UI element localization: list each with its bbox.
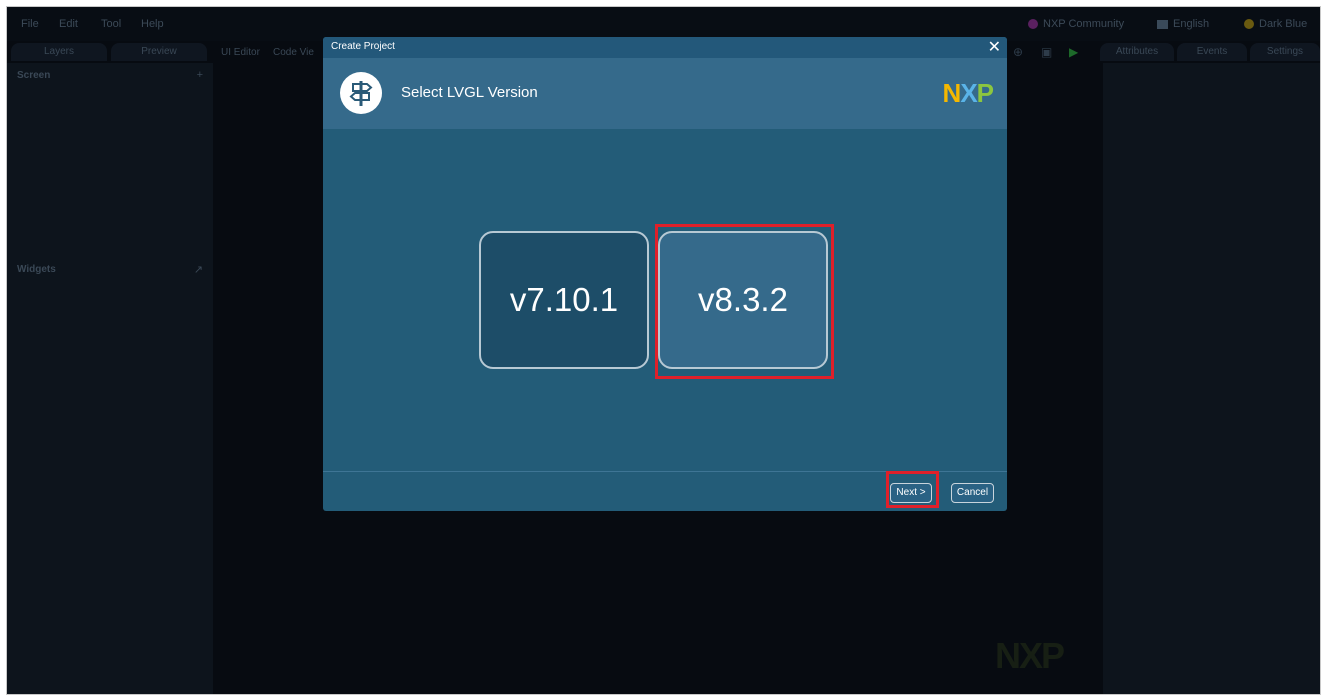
tab-settings[interactable]: Settings [1250,43,1320,61]
language-label: English [1173,18,1210,30]
cancel-button[interactable]: Cancel [951,483,994,503]
flag-icon [1157,19,1168,29]
signpost-icon [340,72,382,114]
play-icon[interactable]: ▶ [1069,45,1078,59]
create-project-dialog: Create Project ✕ Select LVGL Version NXP… [323,37,1007,511]
screen-section-label: Screen [17,70,51,81]
right-panel [1103,63,1320,694]
menu-bar: File Edit Tool Help NXP Community Englis… [7,7,1320,41]
theme-label: Dark Blue [1259,18,1308,30]
community-icon [1028,19,1038,29]
dialog-header: Select LVGL Version NXP [323,58,1007,129]
tab-events[interactable]: Events [1177,43,1247,61]
widgets-section-label: Widgets [17,264,56,275]
tab-attributes[interactable]: Attributes [1100,43,1174,61]
version-option-v7[interactable]: v7.10.1 [479,231,649,369]
footer-divider [323,471,1007,472]
nxp-logo: NXP [942,78,994,108]
theme-selector[interactable]: Dark Blue [1244,18,1307,30]
version-option-v8[interactable]: v8.3.2 [658,231,828,369]
menu-help[interactable]: Help [141,18,164,30]
palette-icon [1244,19,1254,29]
dialog-title: Create Project [331,41,395,52]
zoom-icon[interactable]: ⊕ [1013,45,1023,59]
community-label: NXP Community [1043,18,1125,30]
tab-layers[interactable]: Layers [11,43,107,61]
menu-edit[interactable]: Edit [59,18,78,30]
header-title: Select LVGL Version [401,84,538,101]
close-icon[interactable]: ✕ [988,37,1001,58]
tab-code-viewer[interactable]: Code Vie [273,47,314,58]
external-link-icon[interactable]: ↗ [194,263,203,276]
watermark-logo: NXP [995,635,1065,676]
language-selector[interactable]: English [1157,18,1209,30]
save-icon[interactable]: ▣ [1041,45,1052,59]
menu-tool[interactable]: Tool [101,18,121,30]
tab-ui-editor[interactable]: UI Editor [221,47,260,58]
dialog-titlebar: Create Project ✕ [323,37,1007,58]
menu-file[interactable]: File [21,18,39,30]
left-panel: Screen + Widgets ↗ [7,63,213,694]
next-button[interactable]: Next > [890,483,932,503]
community-link[interactable]: NXP Community [1028,18,1124,30]
plus-icon[interactable]: + [197,69,203,81]
tab-preview[interactable]: Preview [111,43,207,61]
